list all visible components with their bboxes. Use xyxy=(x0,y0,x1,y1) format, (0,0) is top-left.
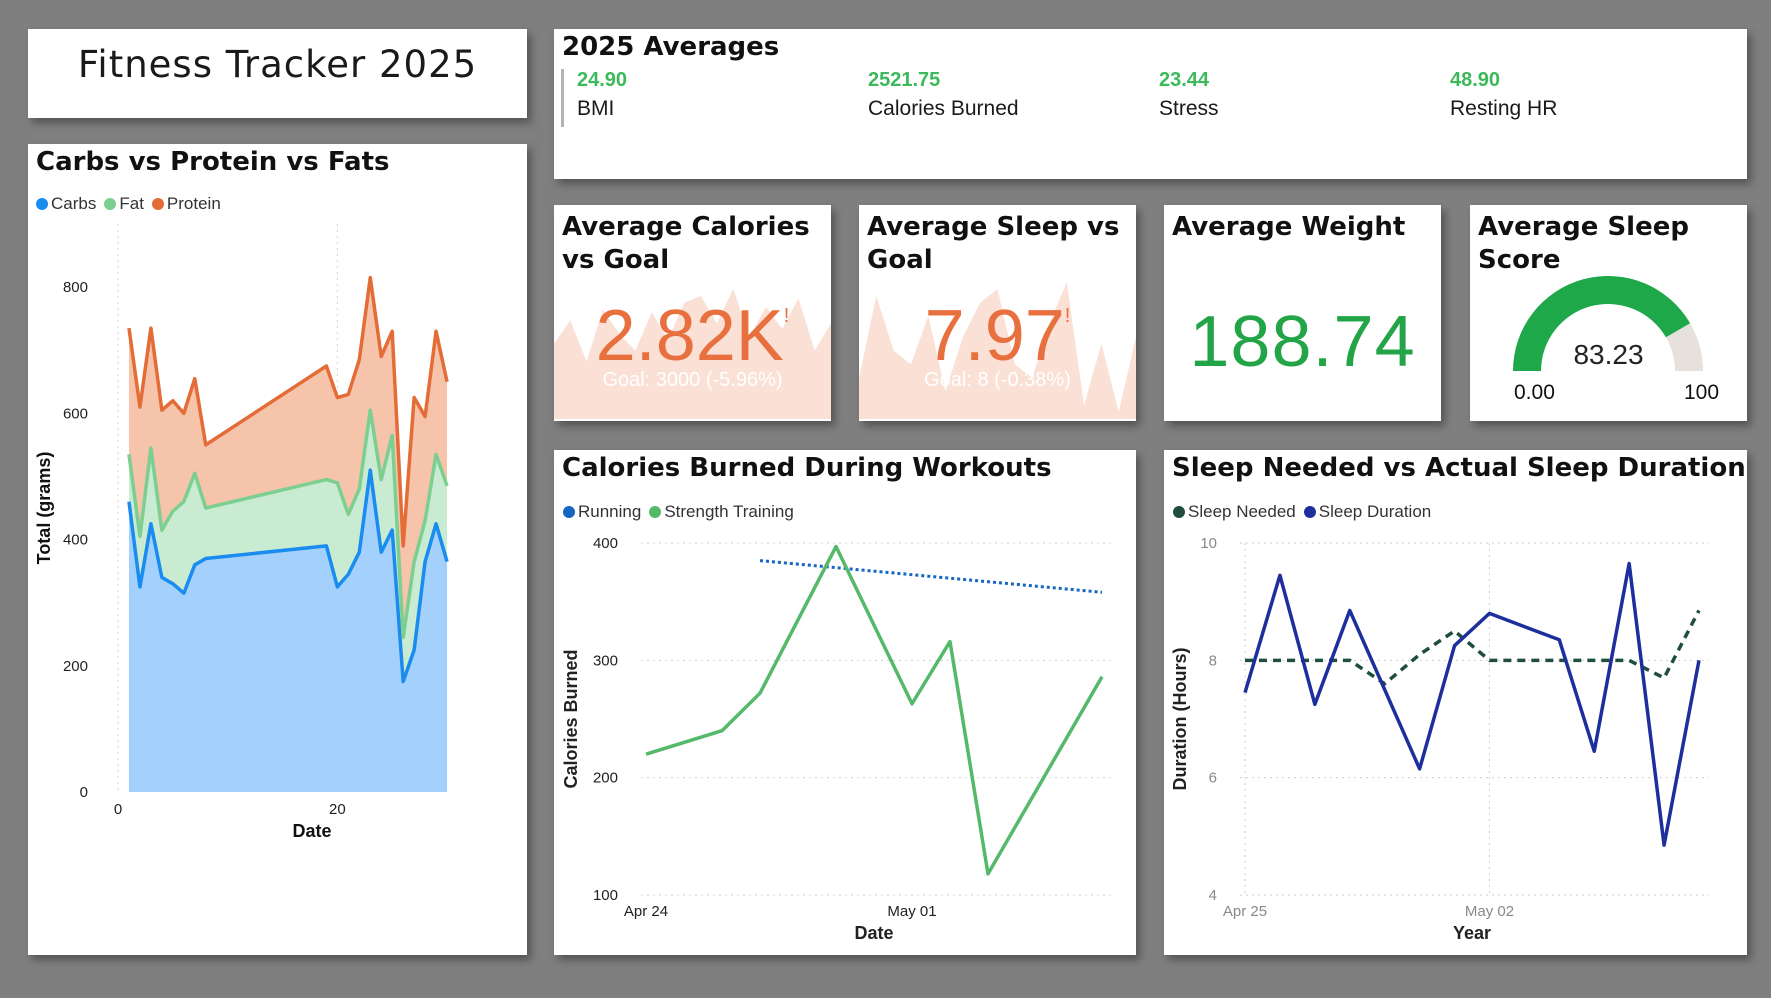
y-tick-label: 400 xyxy=(63,532,88,549)
y-axis-label: Calories Burned xyxy=(561,649,581,788)
avg-bmi: 24.90 BMI xyxy=(577,69,627,121)
kpi-calories-value-row: 2.82K! xyxy=(554,295,831,377)
series-line-running xyxy=(759,559,1103,594)
avg-stress-value: 23.44 xyxy=(1159,69,1210,91)
y-tick-label: 600 xyxy=(63,405,88,422)
kpi-calories-value: 2.82K xyxy=(595,296,784,376)
kpi-sleep-score-card: Average Sleep Score 83.23 0.00 100 xyxy=(1470,205,1747,421)
title-card: Fitness Tracker 2025 xyxy=(28,29,527,118)
avg-calories-value: 2521.75 xyxy=(868,69,941,91)
avg-stress-label: Stress xyxy=(1159,97,1219,120)
averages-divider xyxy=(561,69,564,127)
y-tick-label: 0 xyxy=(80,784,88,801)
avg-bmi-value: 24.90 xyxy=(577,69,628,91)
sleep-chart: 4 6 8 10 Apr 25 May 02 Year Duration (Hours) xyxy=(1170,535,1709,943)
workouts-chart: 100 200 300 400 Apr 24 May 01 Date Calories Bur… xyxy=(561,535,1112,943)
macros-card: Carbs vs Protein vs Fats Carbs Fat Prote… xyxy=(28,144,527,955)
y-tick-label: 200 xyxy=(593,770,618,787)
avg-stress: 23.44 Stress xyxy=(1159,69,1219,121)
kpi-sleep-goal: Goal: 8 (-0.38%) xyxy=(924,369,1071,391)
workouts-card: Calories Burned During Workouts Running … xyxy=(554,450,1136,955)
y-tick-label: 6 xyxy=(1209,770,1217,787)
kpi-calories-goal: Goal: 3000 (-5.96%) xyxy=(602,369,783,391)
gauge-value: 83.23 xyxy=(1573,339,1644,370)
y-tick-label: 8 xyxy=(1209,652,1217,669)
avg-resting-hr-label: Resting HR xyxy=(1450,97,1558,120)
y-axis-label: Duration (Hours) xyxy=(1170,648,1190,791)
x-axis-label: Date xyxy=(292,821,331,841)
series-line-sleep-duration xyxy=(1243,561,1701,847)
avg-bmi-label: BMI xyxy=(577,97,615,120)
series-line-strength-training xyxy=(645,544,1104,876)
gauge-min-label: 0.00 xyxy=(1514,381,1555,404)
avg-resting-hr: 48.90 Resting HR xyxy=(1450,69,1557,121)
y-tick-label: 400 xyxy=(593,535,618,552)
y-tick-label: 100 xyxy=(593,887,618,904)
sleep-chart-card: Sleep Needed vs Actual Sleep Duration Sl… xyxy=(1164,450,1747,955)
x-tick-label: Apr 25 xyxy=(1223,903,1267,920)
macros-chart: 0 200 400 600 800 0 20 Date Total (grams) xyxy=(34,224,449,841)
y-tick-label: 200 xyxy=(63,658,88,675)
x-tick-label: Apr 24 xyxy=(624,903,668,920)
x-axis-label: Date xyxy=(854,923,893,943)
kpi-calories-card: Average Calories vs Goal 2.82K! Goal: 30… xyxy=(554,205,831,421)
x-tick-label: May 02 xyxy=(1465,903,1514,920)
x-tick-label: 20 xyxy=(329,801,346,818)
x-tick-label: 0 xyxy=(114,801,122,818)
avg-resting-hr-value: 48.90 xyxy=(1450,69,1501,91)
kpi-weight-title: Average Weight xyxy=(1172,212,1406,242)
gauge-max-label: 100 xyxy=(1684,381,1720,404)
page-title: Fitness Tracker 2025 xyxy=(77,43,478,86)
series-line-sleep-needed xyxy=(1245,609,1701,686)
averages-card: 2025 Averages 24.90 BMI 2521.75 Calories… xyxy=(554,29,1747,179)
kpi-calories-flag: ! xyxy=(783,305,790,327)
avg-calories: 2521.75 Calories Burned xyxy=(868,69,1019,121)
kpi-calories-title: Average Calories vs Goal xyxy=(562,212,810,275)
y-tick-label: 300 xyxy=(593,652,618,669)
kpi-weight-card: Average Weight 188.74 xyxy=(1164,205,1441,421)
kpi-sleep-card: Average Sleep vs Goal 7.97! Goal: 8 (-0.… xyxy=(859,205,1136,421)
kpi-sleep-flag: ! xyxy=(1064,305,1071,327)
kpi-sleep-value-row: 7.97! xyxy=(859,295,1136,377)
kpi-sleep-title: Average Sleep vs Goal xyxy=(867,212,1120,275)
avg-calories-label: Calories Burned xyxy=(868,97,1019,120)
x-tick-label: May 01 xyxy=(887,903,936,920)
y-tick-label: 4 xyxy=(1209,887,1217,904)
y-axis-label: Total (grams) xyxy=(34,452,54,565)
y-tick-label: 10 xyxy=(1200,535,1217,552)
averages-title: 2025 Averages xyxy=(562,32,780,62)
kpi-sleep-value: 7.97 xyxy=(924,296,1065,376)
kpi-weight-value: 188.74 xyxy=(1189,302,1416,382)
x-axis-label: Year xyxy=(1453,923,1491,943)
y-tick-label: 800 xyxy=(63,279,88,296)
